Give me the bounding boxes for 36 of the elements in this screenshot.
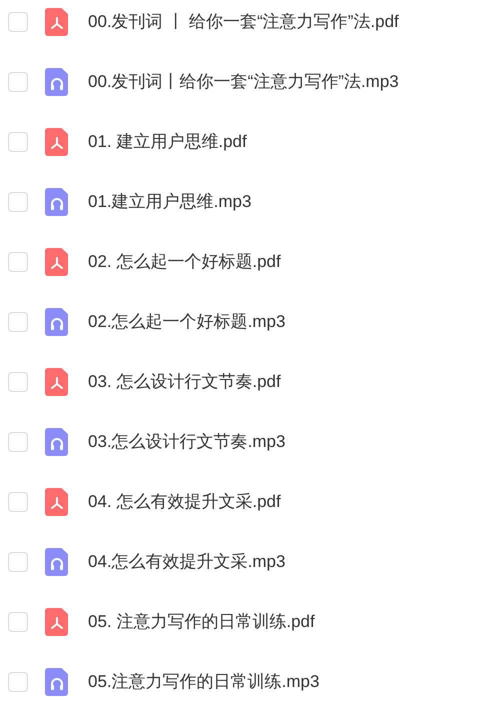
pdf-file-icon	[45, 608, 68, 636]
pdf-file-icon	[45, 248, 68, 276]
checkbox[interactable]	[8, 192, 28, 212]
pdf-file-icon	[45, 488, 68, 516]
checkbox[interactable]	[8, 672, 28, 692]
file-name[interactable]: 01. 建立用户思维.pdf	[88, 129, 247, 155]
file-name[interactable]: 00.发刊词丨给你一套“注意力写作”法.mp3	[88, 69, 399, 95]
file-name[interactable]: 02. 怎么起一个好标题.pdf	[88, 249, 281, 275]
checkbox[interactable]	[8, 12, 28, 32]
file-name[interactable]: 04. 怎么有效提升文采.pdf	[88, 489, 281, 515]
file-name[interactable]: 02.怎么起一个好标题.mp3	[88, 309, 286, 335]
file-name[interactable]: 03. 怎么设计行文节奏.pdf	[88, 369, 281, 395]
file-name[interactable]: 00.发刊词 丨 给你一套“注意力写作”法.pdf	[88, 9, 399, 35]
file-name[interactable]: 03.怎么设计行文节奏.mp3	[88, 429, 286, 455]
audio-file-icon	[45, 668, 68, 696]
audio-file-icon	[45, 428, 68, 456]
checkbox[interactable]	[8, 372, 28, 392]
checkbox[interactable]	[8, 252, 28, 272]
pdf-file-icon	[45, 368, 68, 396]
file-name[interactable]: 05. 注意力写作的日常训练.pdf	[88, 609, 315, 635]
audio-file-icon	[45, 308, 68, 336]
checkbox[interactable]	[8, 552, 28, 572]
file-name[interactable]: 05.注意力写作的日常训练.mp3	[88, 669, 320, 695]
pdf-file-icon	[45, 8, 68, 36]
file-name[interactable]: 04.怎么有效提升文采.mp3	[88, 549, 286, 575]
checkbox[interactable]	[8, 312, 28, 332]
checkbox[interactable]	[8, 132, 28, 152]
checkbox[interactable]	[8, 492, 28, 512]
checkbox[interactable]	[8, 72, 28, 92]
audio-file-icon	[45, 68, 68, 96]
audio-file-icon	[45, 548, 68, 576]
file-name[interactable]: 01.建立用户思维.mp3	[88, 189, 252, 215]
pdf-file-icon	[45, 128, 68, 156]
audio-file-icon	[45, 188, 68, 216]
checkbox[interactable]	[8, 612, 28, 632]
checkbox[interactable]	[8, 432, 28, 452]
